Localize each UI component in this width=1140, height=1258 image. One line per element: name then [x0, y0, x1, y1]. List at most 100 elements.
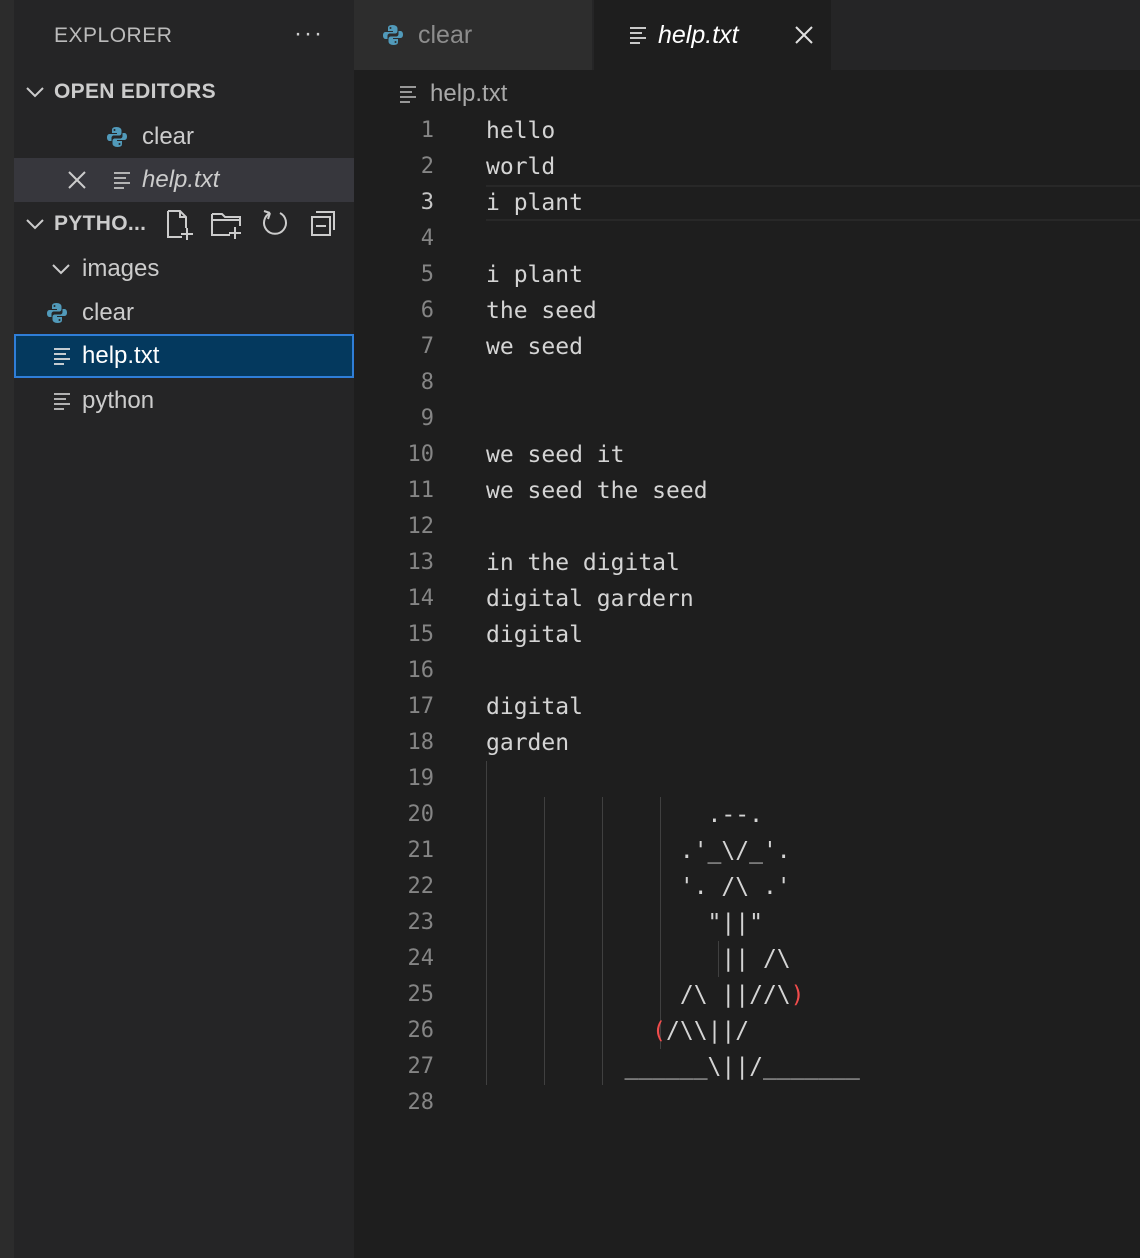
text-file-icon [114, 172, 130, 189]
line-text: world [486, 154, 556, 180]
text-token: /\\||/ [666, 1018, 750, 1044]
line-number: 25 [407, 982, 435, 1007]
editor-line[interactable]: 26 (/\\||/ [354, 1013, 1140, 1049]
tab-label: help.txt [658, 20, 739, 49]
open-editor-item-clear[interactable]: clear [14, 115, 354, 159]
editor-line[interactable]: 24 || /\ [354, 941, 1140, 977]
line-number: 28 [407, 1090, 435, 1115]
editor-line[interactable]: 16 [354, 653, 1140, 689]
editor-line[interactable]: 9 [354, 401, 1140, 437]
explorer-title: EXPLORER [54, 24, 173, 47]
close-icon[interactable] [794, 25, 814, 45]
editor-line[interactable]: 2 world [354, 149, 1140, 185]
tree-item-label: clear [82, 299, 135, 326]
editor-line[interactable]: 19 [354, 761, 1140, 797]
new-folder-icon[interactable] [210, 208, 244, 240]
line-number: 27 [407, 1054, 435, 1079]
editor-line[interactable]: 17 digital [354, 689, 1140, 725]
text-file-icon [54, 348, 70, 365]
editor-line[interactable]: 4 [354, 221, 1140, 257]
breadcrumb[interactable]: help.txt [398, 76, 507, 112]
chevron-down-icon [52, 264, 70, 275]
line-text: i plant [486, 190, 583, 216]
line-text: ______\||/_______ [486, 1054, 860, 1080]
line-number: 22 [407, 874, 435, 899]
line-text: "||" [486, 910, 763, 936]
line-text: we seed [486, 334, 583, 360]
tree-item-clear[interactable]: clear [14, 291, 354, 335]
line-text: we seed it [486, 442, 625, 468]
editor-line[interactable]: 15 digital [354, 617, 1140, 653]
line-number: 23 [407, 910, 435, 935]
line-number: 5 [420, 262, 434, 287]
text-token: /\ ||//\ [486, 982, 791, 1008]
editor-line[interactable]: 10 we seed it [354, 437, 1140, 473]
line-text: the seed [486, 298, 597, 324]
line-number: 26 [407, 1018, 435, 1043]
chevron-down-icon [26, 219, 44, 230]
tree-item-help-txt[interactable]: help.txt [14, 334, 354, 378]
editor-line[interactable]: 11 we seed the seed [354, 473, 1140, 509]
line-text: digital [486, 694, 583, 720]
collapse-all-icon[interactable] [306, 208, 340, 240]
editor-line[interactable]: 8 [354, 365, 1140, 401]
close-icon[interactable] [66, 169, 88, 191]
python-icon [383, 25, 403, 45]
line-number: 16 [407, 658, 435, 683]
chevron-down-icon [26, 87, 44, 98]
tab-clear[interactable]: clear [354, 0, 592, 70]
new-file-icon[interactable] [162, 208, 196, 240]
line-text: i plant [486, 262, 583, 288]
python-icon [47, 303, 67, 323]
editor-line[interactable]: 25 /\ ||//\) [354, 977, 1140, 1013]
editor-line[interactable]: 7 we seed [354, 329, 1140, 365]
line-number: 6 [420, 298, 434, 323]
refresh-icon[interactable] [258, 208, 292, 240]
editor-line[interactable]: 18 garden [354, 725, 1140, 761]
line-text: .--. [486, 802, 763, 828]
python-icon [107, 127, 127, 147]
tree-item-python[interactable]: python [14, 379, 354, 423]
line-number: 19 [407, 766, 435, 791]
tab-label: clear [418, 20, 473, 49]
editor-line[interactable]: 20 .--. [354, 797, 1140, 833]
editor-line[interactable]: 28 [354, 1085, 1140, 1121]
tree-item-label: python [82, 387, 155, 414]
open-editors-section-header[interactable]: OPEN EDITORS [14, 70, 354, 114]
tree-item-images-folder[interactable]: images [14, 247, 354, 291]
editor-line[interactable]: 3 i plant [354, 185, 1140, 221]
line-text: digital [486, 622, 583, 648]
editor-line[interactable]: 23 "||" [354, 905, 1140, 941]
line-number: 13 [407, 550, 435, 575]
line-number: 4 [420, 226, 434, 251]
project-section-header[interactable]: PYTHO... [14, 202, 354, 246]
editor-line[interactable]: 27 ______\||/_______ [354, 1049, 1140, 1085]
bracket-token: ( [652, 1018, 667, 1044]
more-actions-icon[interactable]: ··· [294, 20, 324, 48]
line-text: digital gardern [486, 586, 694, 612]
editor-line[interactable]: 14 digital gardern [354, 581, 1140, 617]
editor-line[interactable]: 22 '. /\ .' [354, 869, 1140, 905]
explorer-header: EXPLORER ··· [14, 0, 354, 70]
line-number: 7 [420, 334, 434, 359]
tab-help-txt[interactable]: help.txt [594, 0, 831, 70]
explorer-sidebar: EXPLORER ··· OPEN EDITORS clear help.txt… [14, 0, 354, 1258]
editor-line[interactable]: 6 the seed [354, 293, 1140, 329]
editor-line[interactable]: 1 hello [354, 113, 1140, 149]
editor-line[interactable]: 13 in the digital [354, 545, 1140, 581]
line-number: 17 [407, 694, 435, 719]
editor-line[interactable]: 21 .'_\/_'. [354, 833, 1140, 869]
bracket-token: ) [790, 982, 805, 1008]
open-editor-label: help.txt [142, 166, 220, 193]
line-number: 8 [420, 370, 434, 395]
open-editor-item-help-txt[interactable]: help.txt [14, 158, 354, 202]
line-number: 14 [407, 586, 435, 611]
editor-line[interactable]: 12 [354, 509, 1140, 545]
open-editor-label: clear [142, 123, 195, 150]
line-text: in the digital [486, 550, 680, 576]
line-number: 9 [420, 406, 434, 431]
line-number: 10 [407, 442, 435, 467]
editor-line[interactable]: 5 i plant [354, 257, 1140, 293]
line-text: '. /\ .' [486, 874, 791, 900]
